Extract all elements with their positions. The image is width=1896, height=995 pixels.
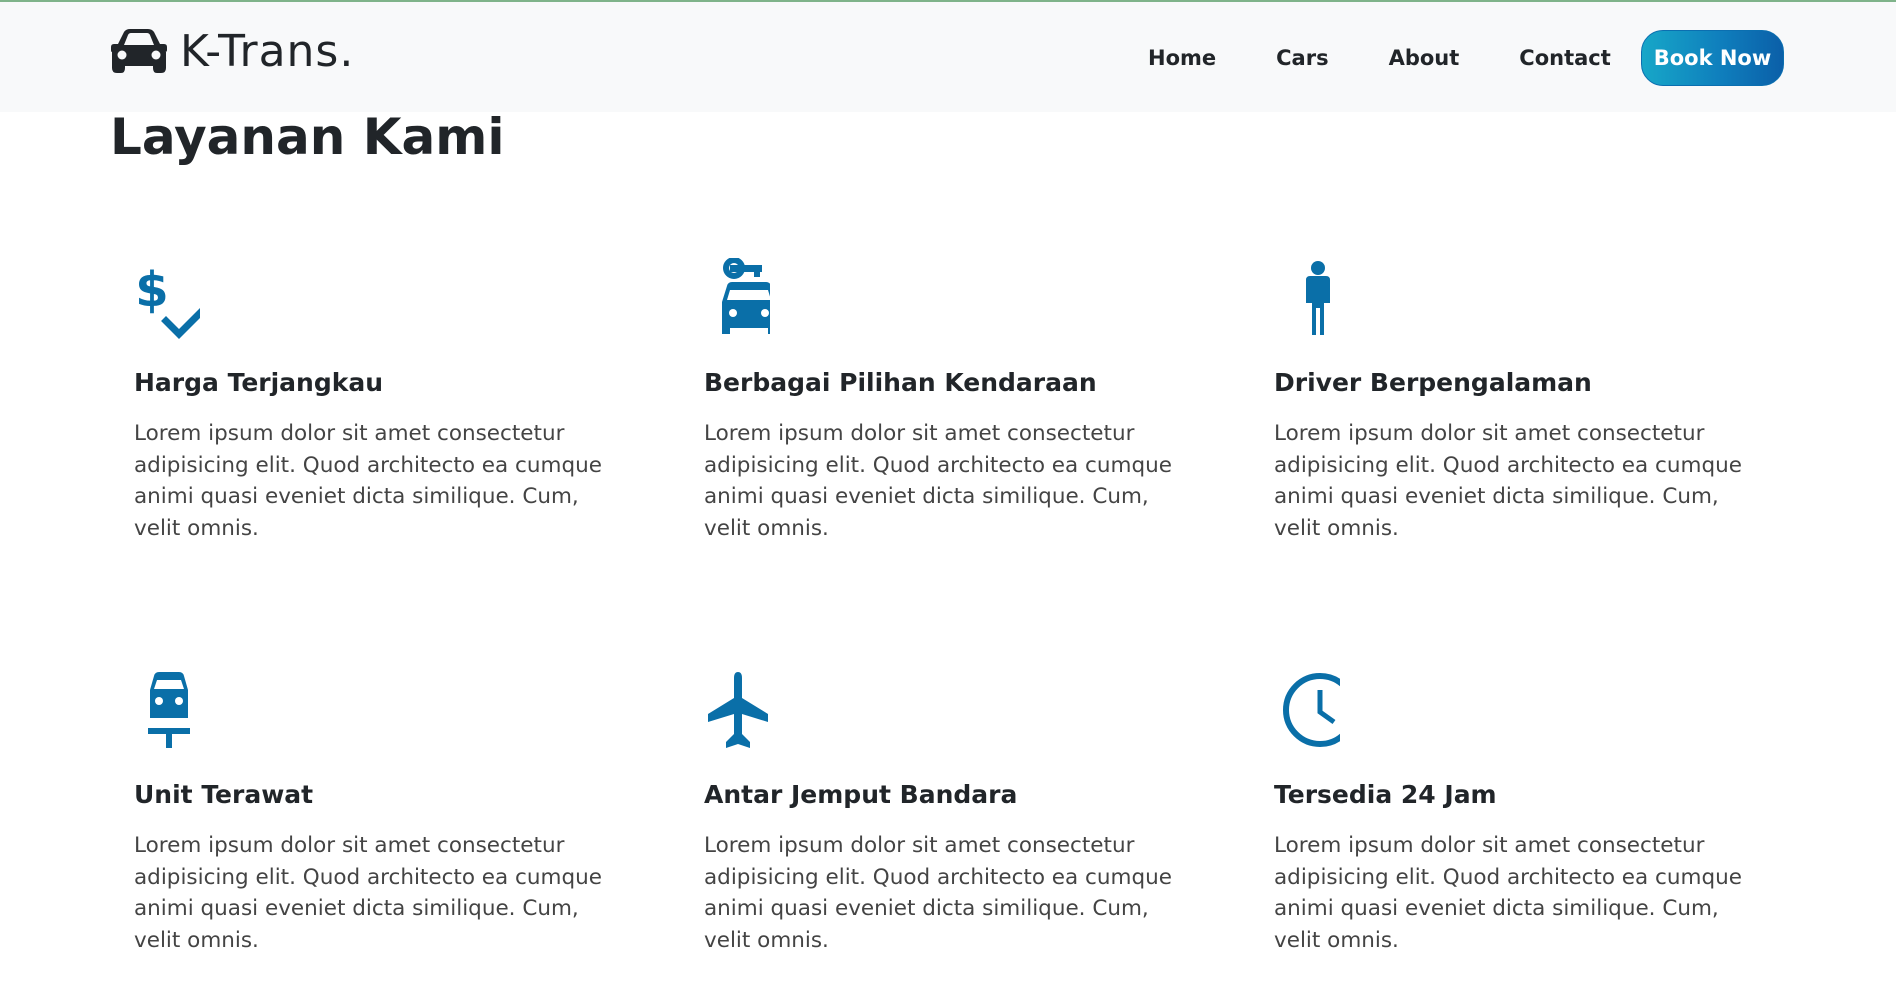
brand-name: K-Trans. (180, 25, 355, 77)
service-title: Berbagai Pilihan Kendaraan (704, 368, 1097, 397)
service-title: Harga Terjangkau (134, 368, 384, 397)
service-description: Lorem ipsum dolor sit amet consectetur a… (134, 421, 602, 541)
car-rental-icon (680, 258, 770, 348)
nav-link-home[interactable]: Home (1148, 46, 1216, 70)
service-description: Lorem ipsum dolor sit amet consectetur a… (704, 421, 1172, 541)
book-now-button[interactable]: Book Now (1641, 30, 1784, 86)
nav-link-contact[interactable]: Contact (1519, 46, 1611, 70)
clock-icon (1250, 670, 1340, 760)
section-title: Layanan Kami (110, 108, 505, 166)
svg-text:$: $ (135, 262, 168, 318)
nav-menu: Home Cars About Contact (1148, 46, 1671, 70)
nav-link-cars[interactable]: Cars (1276, 46, 1328, 70)
service-description: Lorem ipsum dolor sit amet consectetur a… (704, 833, 1172, 953)
airplane-icon (680, 670, 770, 760)
brand[interactable]: K-Trans. (110, 25, 355, 77)
car-icon (110, 28, 168, 74)
nav-link-about[interactable]: About (1389, 46, 1460, 70)
person-icon (1250, 258, 1340, 348)
price-check-icon: $ (110, 258, 200, 348)
service-description: Lorem ipsum dolor sit amet consectetur a… (1274, 833, 1742, 953)
service-title: Unit Terawat (134, 780, 314, 809)
service-title: Antar Jemput Bandara (704, 780, 1018, 809)
service-title: Tersedia 24 Jam (1274, 780, 1497, 809)
service-description: Lorem ipsum dolor sit amet consectetur a… (1274, 421, 1742, 541)
navbar: K-Trans. Home Cars About Contact Book No… (0, 2, 1896, 112)
service-title: Driver Berpengalaman (1274, 368, 1592, 397)
service-description: Lorem ipsum dolor sit amet consectetur a… (134, 833, 602, 953)
car-repair-icon (110, 670, 200, 760)
